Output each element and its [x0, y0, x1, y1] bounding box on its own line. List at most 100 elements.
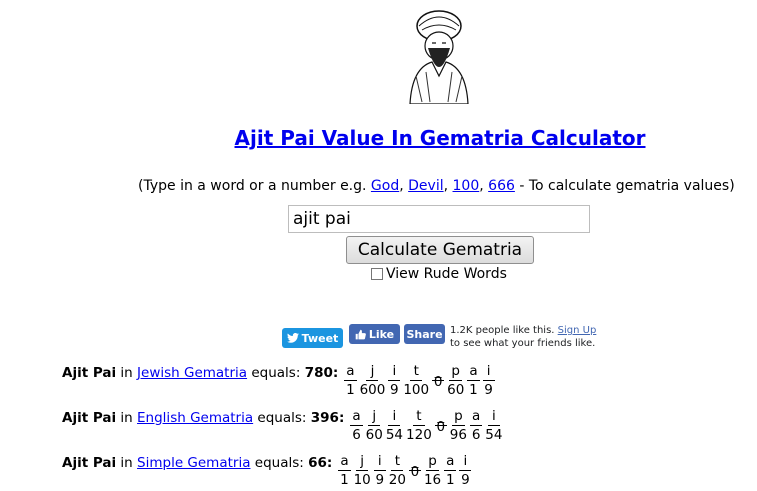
letter-value: 1: [469, 382, 478, 398]
letter-cell: a1: [444, 453, 457, 489]
letter-cell: i9: [388, 363, 401, 399]
hint-separator: ,: [479, 178, 489, 194]
tweet-label: Tweet: [301, 331, 339, 345]
result-word: Ajit Pai: [62, 410, 117, 426]
result-row: Ajit Pai in Simple Gematria equals: 66: a…: [62, 453, 474, 489]
letter-value: 96: [449, 427, 467, 443]
letter: i: [482, 363, 495, 381]
letter-value: 54: [485, 427, 503, 443]
letter-value: 6: [352, 427, 361, 443]
result-value: 396: [310, 410, 339, 426]
letter-value: 60: [447, 382, 465, 398]
letter-cell: a6: [469, 408, 483, 444]
letter: a: [444, 453, 457, 471]
letter-value: 6: [471, 427, 481, 443]
letter-value: 0: [410, 464, 420, 480]
letter-value: 0: [436, 419, 446, 435]
letter-cell: i 54: [386, 408, 403, 444]
gematria-method-link[interactable]: Jewish Gematria: [137, 365, 247, 381]
hint-suffix: - To calculate gematria values): [514, 178, 735, 194]
result-text: Ajit Pai in English Gematria equals: 396…: [62, 410, 345, 426]
example-link-100[interactable]: 100: [453, 178, 480, 194]
letter-value: 0: [433, 374, 443, 390]
letter-cell: t 120: [406, 408, 432, 444]
letter: j: [366, 363, 379, 381]
result-value: 780: [304, 365, 333, 381]
letter-value: 54: [385, 427, 404, 443]
letter-cell: j 600: [360, 363, 386, 399]
example-link-god[interactable]: God: [371, 178, 399, 194]
twitter-bird-icon: [286, 333, 299, 343]
gematria-method-link[interactable]: English Gematria: [137, 410, 253, 426]
letter-cell: j 10: [354, 453, 371, 489]
letter-value: 60: [365, 427, 383, 443]
page-title[interactable]: Ajit Pai Value In Gematria Calculator: [0, 126, 757, 150]
letter-cell: a1: [467, 363, 480, 399]
letter: t: [391, 453, 404, 471]
letter: p: [449, 363, 462, 381]
calculate-button[interactable]: Calculate Gematria: [346, 236, 534, 264]
result-value: 66: [308, 455, 327, 471]
letter-value: 9: [375, 472, 385, 488]
example-link-666[interactable]: 666: [488, 178, 515, 194]
rude-words-checkbox[interactable]: [371, 268, 383, 280]
signup-link[interactable]: Sign Up: [558, 325, 597, 336]
example-link-devil[interactable]: Devil: [408, 178, 443, 194]
letter: i: [388, 408, 401, 426]
facebook-share-button[interactable]: Share: [404, 324, 445, 344]
letter-value: 20: [388, 472, 406, 488]
letter: t: [410, 363, 423, 381]
letter: t: [412, 408, 425, 426]
result-text: Ajit Pai in Simple Gematria equals: 66:: [62, 455, 333, 471]
letter: i: [459, 453, 472, 471]
letter-value: 16: [423, 472, 442, 488]
letter-value: 1: [346, 382, 355, 398]
example-hint: (Type in a word or a number e.g. God, De…: [138, 178, 735, 194]
letter-cell: j 60: [366, 408, 383, 444]
letter-cell: _ 0: [408, 453, 421, 489]
portrait-image: [409, 10, 469, 104]
letter-value: 1: [340, 472, 349, 488]
hint-separator: ,: [443, 178, 453, 194]
facebook-like-button[interactable]: Like: [349, 324, 400, 344]
letter-value: 10: [353, 472, 371, 488]
letter: i: [487, 408, 500, 426]
letter-cell: p 16: [424, 453, 441, 489]
letter-breakdown: a 6 j 60 i 54 t 120 _ 0 p 96 a 6 i 54: [350, 408, 505, 444]
result-equals: equals:: [250, 455, 309, 471]
like-label: Like: [368, 327, 395, 341]
letter-cell: a1: [338, 453, 351, 489]
letter-cell: t 100: [403, 363, 429, 399]
result-word: Ajit Pai: [62, 455, 117, 471]
letter-value: 9: [390, 382, 399, 398]
letter-breakdown: a 1 j 600 i 9 t 100 _ 0 p 60 a 1 i 9: [344, 363, 497, 399]
letter-cell: p 96: [450, 408, 467, 444]
letter: i: [373, 453, 386, 471]
letter-cell: a1: [344, 363, 357, 399]
letter: a: [469, 408, 483, 426]
gematria-method-link[interactable]: Simple Gematria: [137, 455, 250, 471]
letter-cell: i 54: [485, 408, 502, 444]
rude-words-toggle[interactable]: View Rude Words: [371, 266, 507, 282]
letter: a: [338, 453, 351, 471]
result-in: in: [116, 365, 138, 381]
result-equals: equals:: [253, 410, 311, 426]
result-equals: equals:: [247, 365, 305, 381]
thumbs-up-icon: [355, 329, 366, 339]
letter: a: [344, 363, 357, 381]
search-input[interactable]: [288, 205, 590, 233]
letter-cell: i9: [373, 453, 386, 489]
letter: a: [350, 408, 363, 426]
tweet-button[interactable]: Tweet: [282, 328, 343, 348]
letter-value: 100: [403, 382, 430, 398]
letter: p: [426, 453, 439, 471]
letter: j: [356, 453, 369, 471]
letter-breakdown: a 1 j 10 i 9 t 20 _ 0 p 16 a 1 i 9: [338, 453, 474, 489]
result-text: Ajit Pai in Jewish Gematria equals: 780:: [62, 365, 339, 381]
letter-value: 9: [461, 472, 470, 488]
result-row: Ajit Pai in English Gematria equals: 396…: [62, 408, 505, 444]
result-row: Ajit Pai in Jewish Gematria equals: 780:…: [62, 363, 498, 399]
letter-value: 600: [359, 382, 386, 398]
letter-value: 9: [484, 382, 493, 398]
signup-rest: to see what your friends like.: [450, 338, 596, 349]
